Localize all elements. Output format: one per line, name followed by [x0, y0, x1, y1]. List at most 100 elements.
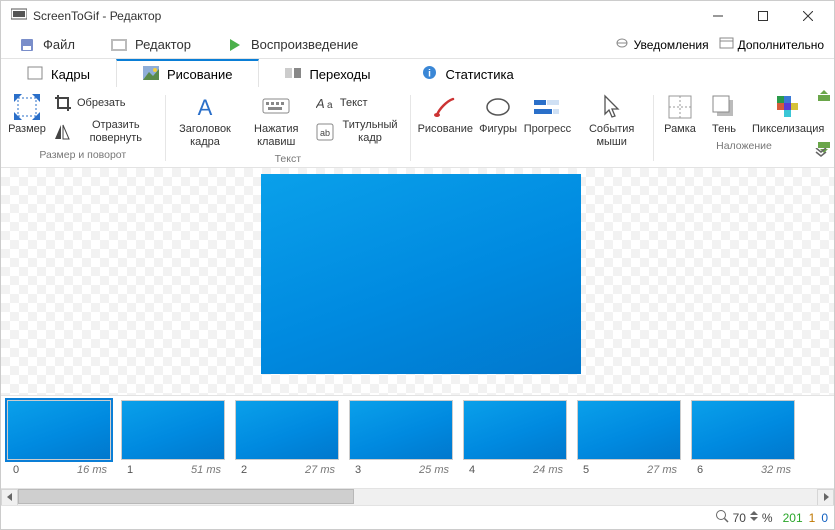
- thumbnail-image: [349, 400, 453, 460]
- frame-preview: [261, 174, 581, 374]
- thumbnail-image: [577, 400, 681, 460]
- zoom-control[interactable]: 70 %: [715, 509, 773, 526]
- notifications-button[interactable]: Уведомления: [611, 36, 713, 54]
- svg-text:A: A: [316, 96, 325, 111]
- extra-label: Дополнительно: [738, 38, 824, 52]
- tab-editor[interactable]: Редактор: [93, 31, 209, 58]
- scroll-thumb[interactable]: [18, 489, 354, 504]
- tab-label: Воспроизведение: [251, 37, 358, 52]
- caption-button[interactable]: A Заголовок кадра: [171, 91, 238, 151]
- separator: [653, 95, 654, 161]
- text-button[interactable]: Aa Текст: [314, 91, 404, 115]
- thumbnail[interactable]: 6 32 ms: [687, 400, 799, 476]
- thumb-ms: 24 ms: [533, 464, 563, 476]
- tab-label: Редактор: [135, 37, 191, 52]
- keystrokes-button[interactable]: Нажатия клавиш: [243, 91, 310, 151]
- thumbnail[interactable]: 0 16 ms: [3, 400, 115, 476]
- progress-icon: [533, 93, 561, 121]
- thumbnail-scrollbar[interactable]: [1, 488, 834, 505]
- separator: [410, 95, 411, 161]
- thumbnail-image: [235, 400, 339, 460]
- thumbnail[interactable]: 151 ms: [117, 400, 229, 476]
- brush-icon: [431, 93, 459, 121]
- resize-button[interactable]: Размер: [7, 91, 47, 138]
- thumb-ms: 16 ms: [77, 464, 107, 476]
- resize-label: Размер: [8, 123, 46, 136]
- thumb-index: 6: [697, 464, 703, 476]
- extra-button[interactable]: Дополнительно: [715, 36, 828, 53]
- tab-playback[interactable]: Воспроизведение: [209, 31, 376, 58]
- tab-label: Кадры: [51, 67, 90, 82]
- svg-text:ab: ab: [320, 128, 330, 138]
- thumb-index: 5: [583, 464, 589, 476]
- tab-transitions[interactable]: Переходы: [259, 59, 396, 87]
- maximize-button[interactable]: [740, 1, 785, 31]
- thumb-index: 4: [469, 464, 475, 476]
- thumb-ms: 27 ms: [305, 464, 335, 476]
- border-icon: [666, 93, 694, 121]
- close-button[interactable]: [785, 1, 830, 31]
- tab-statistics[interactable]: i Статистика: [396, 59, 539, 87]
- resize-icon: [13, 93, 41, 121]
- progress-button[interactable]: Прогресс: [523, 91, 572, 138]
- flip-rotate-button[interactable]: Отразить повернуть: [51, 117, 159, 147]
- crop-button[interactable]: Обрезать: [51, 91, 159, 115]
- app-icon: [11, 7, 27, 26]
- scroll-track[interactable]: [18, 489, 817, 506]
- zoom-spinner-icon[interactable]: [750, 510, 758, 525]
- separator: [165, 95, 166, 161]
- ellipse-icon: [484, 93, 512, 121]
- thumb-index: 1: [127, 464, 133, 476]
- tab-drawing[interactable]: Рисование: [116, 59, 259, 87]
- thumb-index: 0: [13, 464, 19, 476]
- notifications-label: Уведомления: [634, 38, 709, 52]
- border-button[interactable]: Рамка: [660, 91, 700, 138]
- options-icon: [719, 36, 734, 53]
- mouse-events-button[interactable]: События мыши: [576, 91, 647, 151]
- scroll-left-button[interactable]: [1, 489, 18, 506]
- thumbnail[interactable]: 325 ms: [345, 400, 457, 476]
- window-title: ScreenToGif - Редактор: [33, 9, 161, 23]
- frame-counts: 201 1 0: [783, 511, 828, 525]
- flip-icon: [53, 122, 71, 142]
- flip-rotate-label: Отразить повернуть: [75, 119, 157, 145]
- thumb-ms: 32 ms: [761, 464, 791, 476]
- pixelate-icon: [774, 93, 802, 121]
- keystrokes-label: Нажатия клавиш: [247, 123, 306, 149]
- tab-file[interactable]: Файл: [1, 31, 93, 58]
- shadow-button[interactable]: Тень: [704, 91, 744, 138]
- thumb-ms: 25 ms: [419, 464, 449, 476]
- play-icon: [227, 37, 243, 53]
- canvas-area[interactable]: [1, 167, 834, 396]
- ribbon-collapse-button[interactable]: [814, 147, 828, 165]
- text-aa-icon: Aa: [316, 93, 336, 113]
- thumbnail-strip: 0 16 ms 151 ms 227 ms 325 ms 4 24 ms 5 27 m…: [1, 396, 834, 488]
- scroll-right-button[interactable]: [817, 489, 834, 506]
- keyboard-icon: [262, 93, 290, 121]
- border-label: Рамка: [664, 123, 696, 136]
- overflow-icon[interactable]: [816, 89, 832, 110]
- drawing-button[interactable]: Рисование: [417, 91, 473, 138]
- shadow-label: Тень: [712, 123, 736, 136]
- thumbnail-image: [691, 400, 795, 460]
- zoom-pct: %: [762, 511, 773, 525]
- zoom-icon: [715, 509, 729, 526]
- thumb-ms: 27 ms: [647, 464, 677, 476]
- pixelate-label: Пикселизация: [752, 123, 824, 136]
- thumbnail[interactable]: 227 ms: [231, 400, 343, 476]
- shapes-button[interactable]: Фигуры: [478, 91, 519, 138]
- title-frame-icon: ab: [316, 122, 334, 142]
- tab-label: Статистика: [445, 67, 513, 82]
- shapes-label: Фигуры: [479, 123, 517, 136]
- tab-frames[interactable]: Кадры: [1, 59, 116, 87]
- count-total: 201: [783, 511, 803, 525]
- thumbnail[interactable]: 4 24 ms: [459, 400, 571, 476]
- thumbnail-image: [463, 400, 567, 460]
- title-frame-button[interactable]: ab Титульный кадр: [314, 117, 404, 147]
- drawing-label: Рисование: [418, 123, 473, 136]
- thumbnail[interactable]: 5 27 ms: [573, 400, 685, 476]
- title-frame-label: Титульный кадр: [338, 119, 402, 145]
- minimize-button[interactable]: [695, 1, 740, 31]
- film-icon: [111, 37, 127, 53]
- bell-icon: [615, 36, 630, 54]
